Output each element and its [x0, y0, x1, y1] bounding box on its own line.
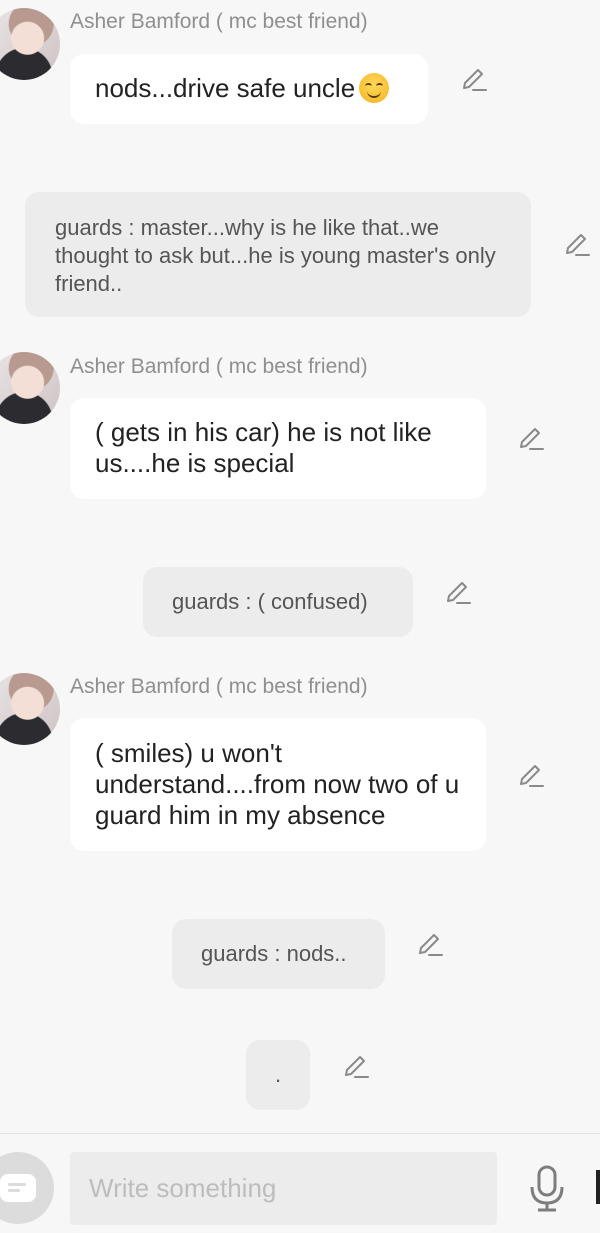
edit-pencil-icon[interactable]: [517, 425, 545, 453]
edit-pencil-icon[interactable]: [416, 931, 444, 959]
edit-pencil-icon[interactable]: [342, 1053, 370, 1081]
narration-text: guards : master...why is he like that..w…: [55, 215, 496, 296]
message-bubble[interactable]: ( smiles) u won't understand....from now…: [70, 718, 486, 851]
avatar[interactable]: [0, 8, 60, 80]
send-button-edge[interactable]: [596, 1170, 600, 1204]
avatar[interactable]: [0, 352, 60, 424]
message-input[interactable]: [70, 1152, 497, 1225]
narration-text: guards : ( confused): [172, 589, 368, 614]
edit-pencil-icon[interactable]: [563, 231, 591, 259]
narration-bubble[interactable]: guards : ( confused): [143, 567, 413, 637]
character-name: Asher Bamford ( mc best friend): [70, 355, 368, 378]
narration-text: .: [274, 1062, 282, 1087]
message-bubble[interactable]: ( gets in his car) he is not like us....…: [70, 398, 486, 499]
message-text: nods...drive safe uncle: [95, 73, 356, 103]
narration-text: guards : nods..: [201, 941, 347, 966]
message-text: ( gets in his car) he is not like us....…: [95, 417, 432, 478]
smiling-face-emoji-icon: [359, 73, 390, 104]
character-name: Asher Bamford ( mc best friend): [70, 10, 368, 33]
edit-pencil-icon[interactable]: [444, 579, 472, 607]
edit-pencil-icon[interactable]: [460, 66, 488, 94]
character-name: Asher Bamford ( mc best friend): [70, 675, 368, 698]
narration-bubble[interactable]: guards : nods..: [172, 919, 385, 989]
message-text: ( smiles) u won't understand....from now…: [95, 738, 460, 830]
message-bubble[interactable]: nods...drive safe uncle: [70, 54, 428, 124]
avatar[interactable]: [0, 673, 60, 745]
narration-bubble[interactable]: guards : master...why is he like that..w…: [25, 192, 531, 317]
microphone-icon[interactable]: [526, 1165, 568, 1213]
narration-bubble[interactable]: .: [246, 1040, 310, 1110]
edit-pencil-icon[interactable]: [517, 762, 545, 790]
